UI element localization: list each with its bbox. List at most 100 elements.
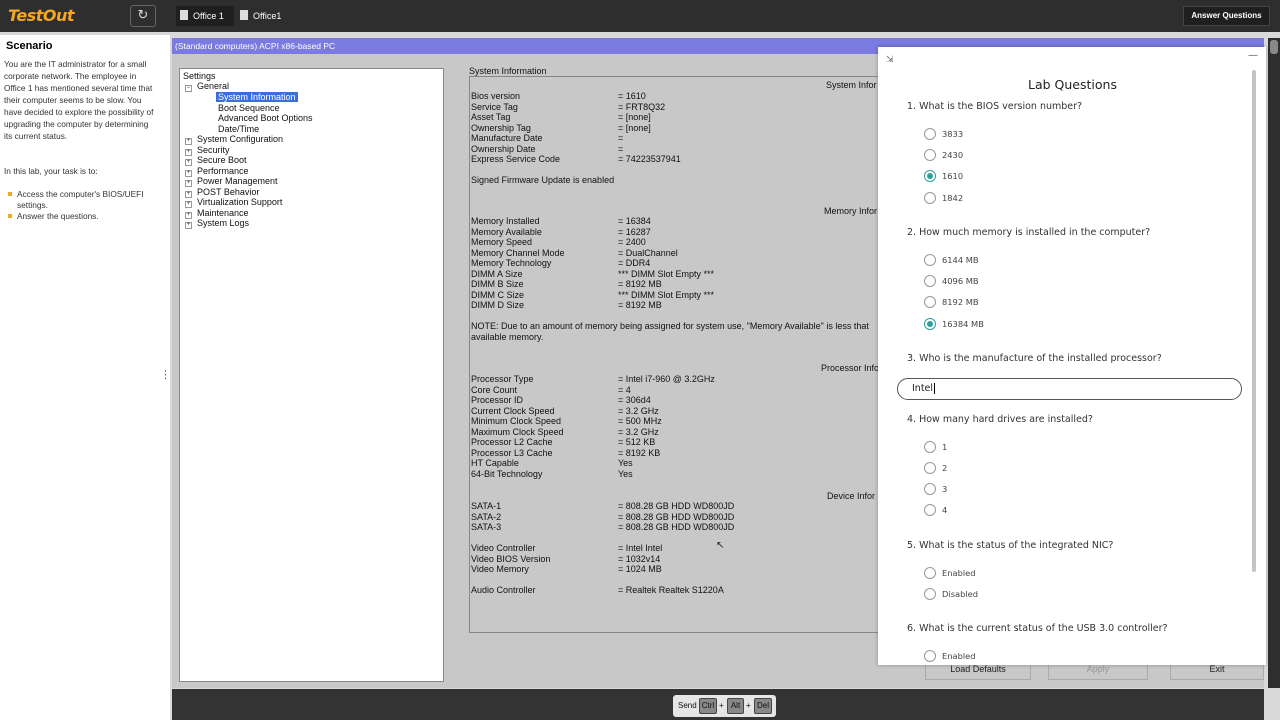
info-key: DIMM C Size — [471, 289, 525, 300]
info-value: *** DIMM Slot Empty *** — [618, 268, 715, 279]
radio-selected-icon[interactable] — [924, 318, 936, 330]
scrollbar-thumb[interactable] — [1270, 40, 1278, 54]
q1-option[interactable]: 2430 — [924, 149, 963, 161]
tab-label: Office1 — [253, 11, 282, 21]
question-1: 1. What is the BIOS version number? — [907, 101, 1083, 112]
panel-resize-handle[interactable]: ⋮ — [160, 368, 171, 381]
radio-icon[interactable] — [924, 462, 936, 474]
radio-icon[interactable] — [924, 275, 936, 287]
q1-option[interactable]: 3833 — [924, 128, 963, 140]
tab-office1[interactable]: Office1 — [236, 6, 296, 26]
radio-icon[interactable] — [924, 504, 936, 516]
q2-option[interactable]: 6144 MB — [924, 254, 979, 266]
info-value: = 808.28 GB HDD WD800JD — [618, 501, 735, 511]
info-value: = Intel i7-960 @ 3.2GHz — [618, 374, 715, 384]
task-list: Access the computer's BIOS/UEFI settings… — [8, 189, 164, 222]
refresh-button[interactable]: ↻ — [130, 5, 156, 27]
panel-label: System Information — [467, 66, 549, 76]
q4-option[interactable]: 3 — [924, 483, 947, 495]
tree-item-virtualization[interactable]: + Virtualization Support — [185, 197, 282, 208]
tree-item-post-behavior[interactable]: + POST Behavior — [185, 187, 259, 198]
info-key: 64-Bit Technology — [471, 468, 543, 479]
q1-option[interactable]: 1842 — [924, 192, 963, 204]
info-value: = 3.2 GHz — [618, 426, 659, 437]
q2-option[interactable]: 8192 MB — [924, 296, 979, 308]
tree-item-advanced-boot[interactable]: Advanced Boot Options — [218, 113, 313, 124]
q2-option[interactable]: 4096 MB — [924, 275, 979, 287]
radio-icon[interactable] — [924, 588, 936, 600]
radio-icon[interactable] — [924, 650, 936, 662]
radio-icon[interactable] — [924, 149, 936, 161]
tree-item-general[interactable]: − General — [185, 81, 229, 92]
tree-item-boot-sequence[interactable]: Boot Sequence — [218, 103, 280, 114]
radio-selected-icon[interactable] — [924, 170, 936, 182]
info-key: Minimum Clock Speed — [471, 416, 562, 426]
radio-icon[interactable] — [924, 128, 936, 140]
info-value: = 2400 — [618, 237, 646, 247]
info-key: Maximum Clock Speed — [471, 426, 564, 437]
info-value: = [none] — [618, 122, 651, 133]
radio-icon[interactable] — [924, 567, 936, 579]
info-value: = 8192 MB — [618, 300, 662, 310]
info-value: Yes — [618, 468, 633, 479]
radio-icon[interactable] — [924, 254, 936, 266]
tab-office-1[interactable]: Office 1 — [176, 6, 234, 26]
info-value: = 16384 — [618, 216, 651, 226]
tree-item-date-time[interactable]: Date/Time — [218, 124, 259, 135]
tree-item-security[interactable]: + Security — [185, 145, 230, 156]
q4-option[interactable]: 2 — [924, 462, 947, 474]
info-key: Asset Tag — [471, 112, 511, 122]
info-key: Bios version — [471, 91, 521, 101]
q4-option[interactable]: 4 — [924, 504, 947, 516]
tree-item-system-configuration[interactable]: + System Configuration — [185, 134, 283, 145]
info-value: = DualChannel — [618, 247, 678, 258]
processor-manufacturer-input[interactable]: Intel — [897, 378, 1242, 400]
q2-option[interactable]: 16384 MB — [924, 318, 984, 330]
lab-scrollbar[interactable] — [1252, 70, 1256, 572]
right-scrollbar[interactable] — [1268, 38, 1280, 688]
info-value: = — [618, 143, 624, 154]
alt-key: Alt — [727, 698, 744, 714]
info-value: = [none] — [618, 112, 651, 122]
tree-item-system-information[interactable]: System Information — [216, 92, 298, 103]
info-key: Core Count — [471, 384, 518, 395]
radio-icon[interactable] — [924, 441, 936, 453]
tree-item-power-management[interactable]: + Power Management — [185, 176, 278, 187]
tree-item-secure-boot[interactable]: + Secure Boot — [185, 155, 247, 166]
tree-root[interactable]: Settings — [183, 71, 216, 82]
send-keys-button[interactable]: Send Ctrl + Alt + Del — [673, 695, 776, 717]
info-value: = 1610 — [618, 91, 646, 101]
section-header-processor: Processor Infor — [821, 363, 883, 373]
collapse-icon[interactable]: ⇲ — [886, 55, 894, 65]
info-value: = DDR4 — [618, 258, 651, 268]
info-key: SATA-1 — [471, 501, 502, 511]
q5-option[interactable]: Enabled — [924, 567, 976, 579]
info-key: DIMM B Size — [471, 279, 524, 289]
info-value: *** DIMM Slot Empty *** — [618, 289, 715, 300]
tree-item-maintenance[interactable]: + Maintenance — [185, 208, 249, 219]
info-value: = Realtek Realtek S1220A — [618, 585, 724, 595]
expand-icon[interactable]: + — [185, 222, 192, 229]
info-value: = — [618, 133, 624, 143]
plus-sign: + — [719, 701, 724, 710]
info-value: = 306d4 — [618, 395, 651, 405]
q4-option[interactable]: 1 — [924, 441, 947, 453]
q5-option[interactable]: Disabled — [924, 588, 978, 600]
info-value: = 512 KB — [618, 437, 656, 447]
answer-questions-button[interactable]: Answer Questions — [1183, 6, 1270, 26]
info-text: Signed Firmware Update is enabled — [471, 175, 615, 185]
radio-icon[interactable] — [924, 296, 936, 308]
info-key: DIMM D Size — [471, 300, 525, 310]
tab-label: Office 1 — [193, 11, 224, 21]
collapse-icon[interactable]: − — [185, 85, 192, 92]
info-value: = 8192 KB — [618, 447, 661, 458]
plus-sign: + — [746, 701, 751, 710]
info-value: = FRT8Q32 — [618, 101, 666, 112]
tree-item-performance[interactable]: + Performance — [185, 166, 249, 177]
radio-icon[interactable] — [924, 483, 936, 495]
radio-icon[interactable] — [924, 192, 936, 204]
q1-option[interactable]: 1610 — [924, 170, 963, 182]
tree-item-system-logs[interactable]: + System Logs — [185, 218, 249, 229]
q6-option[interactable]: Enabled — [924, 650, 976, 663]
minimize-icon[interactable]: — — [1248, 50, 1258, 61]
